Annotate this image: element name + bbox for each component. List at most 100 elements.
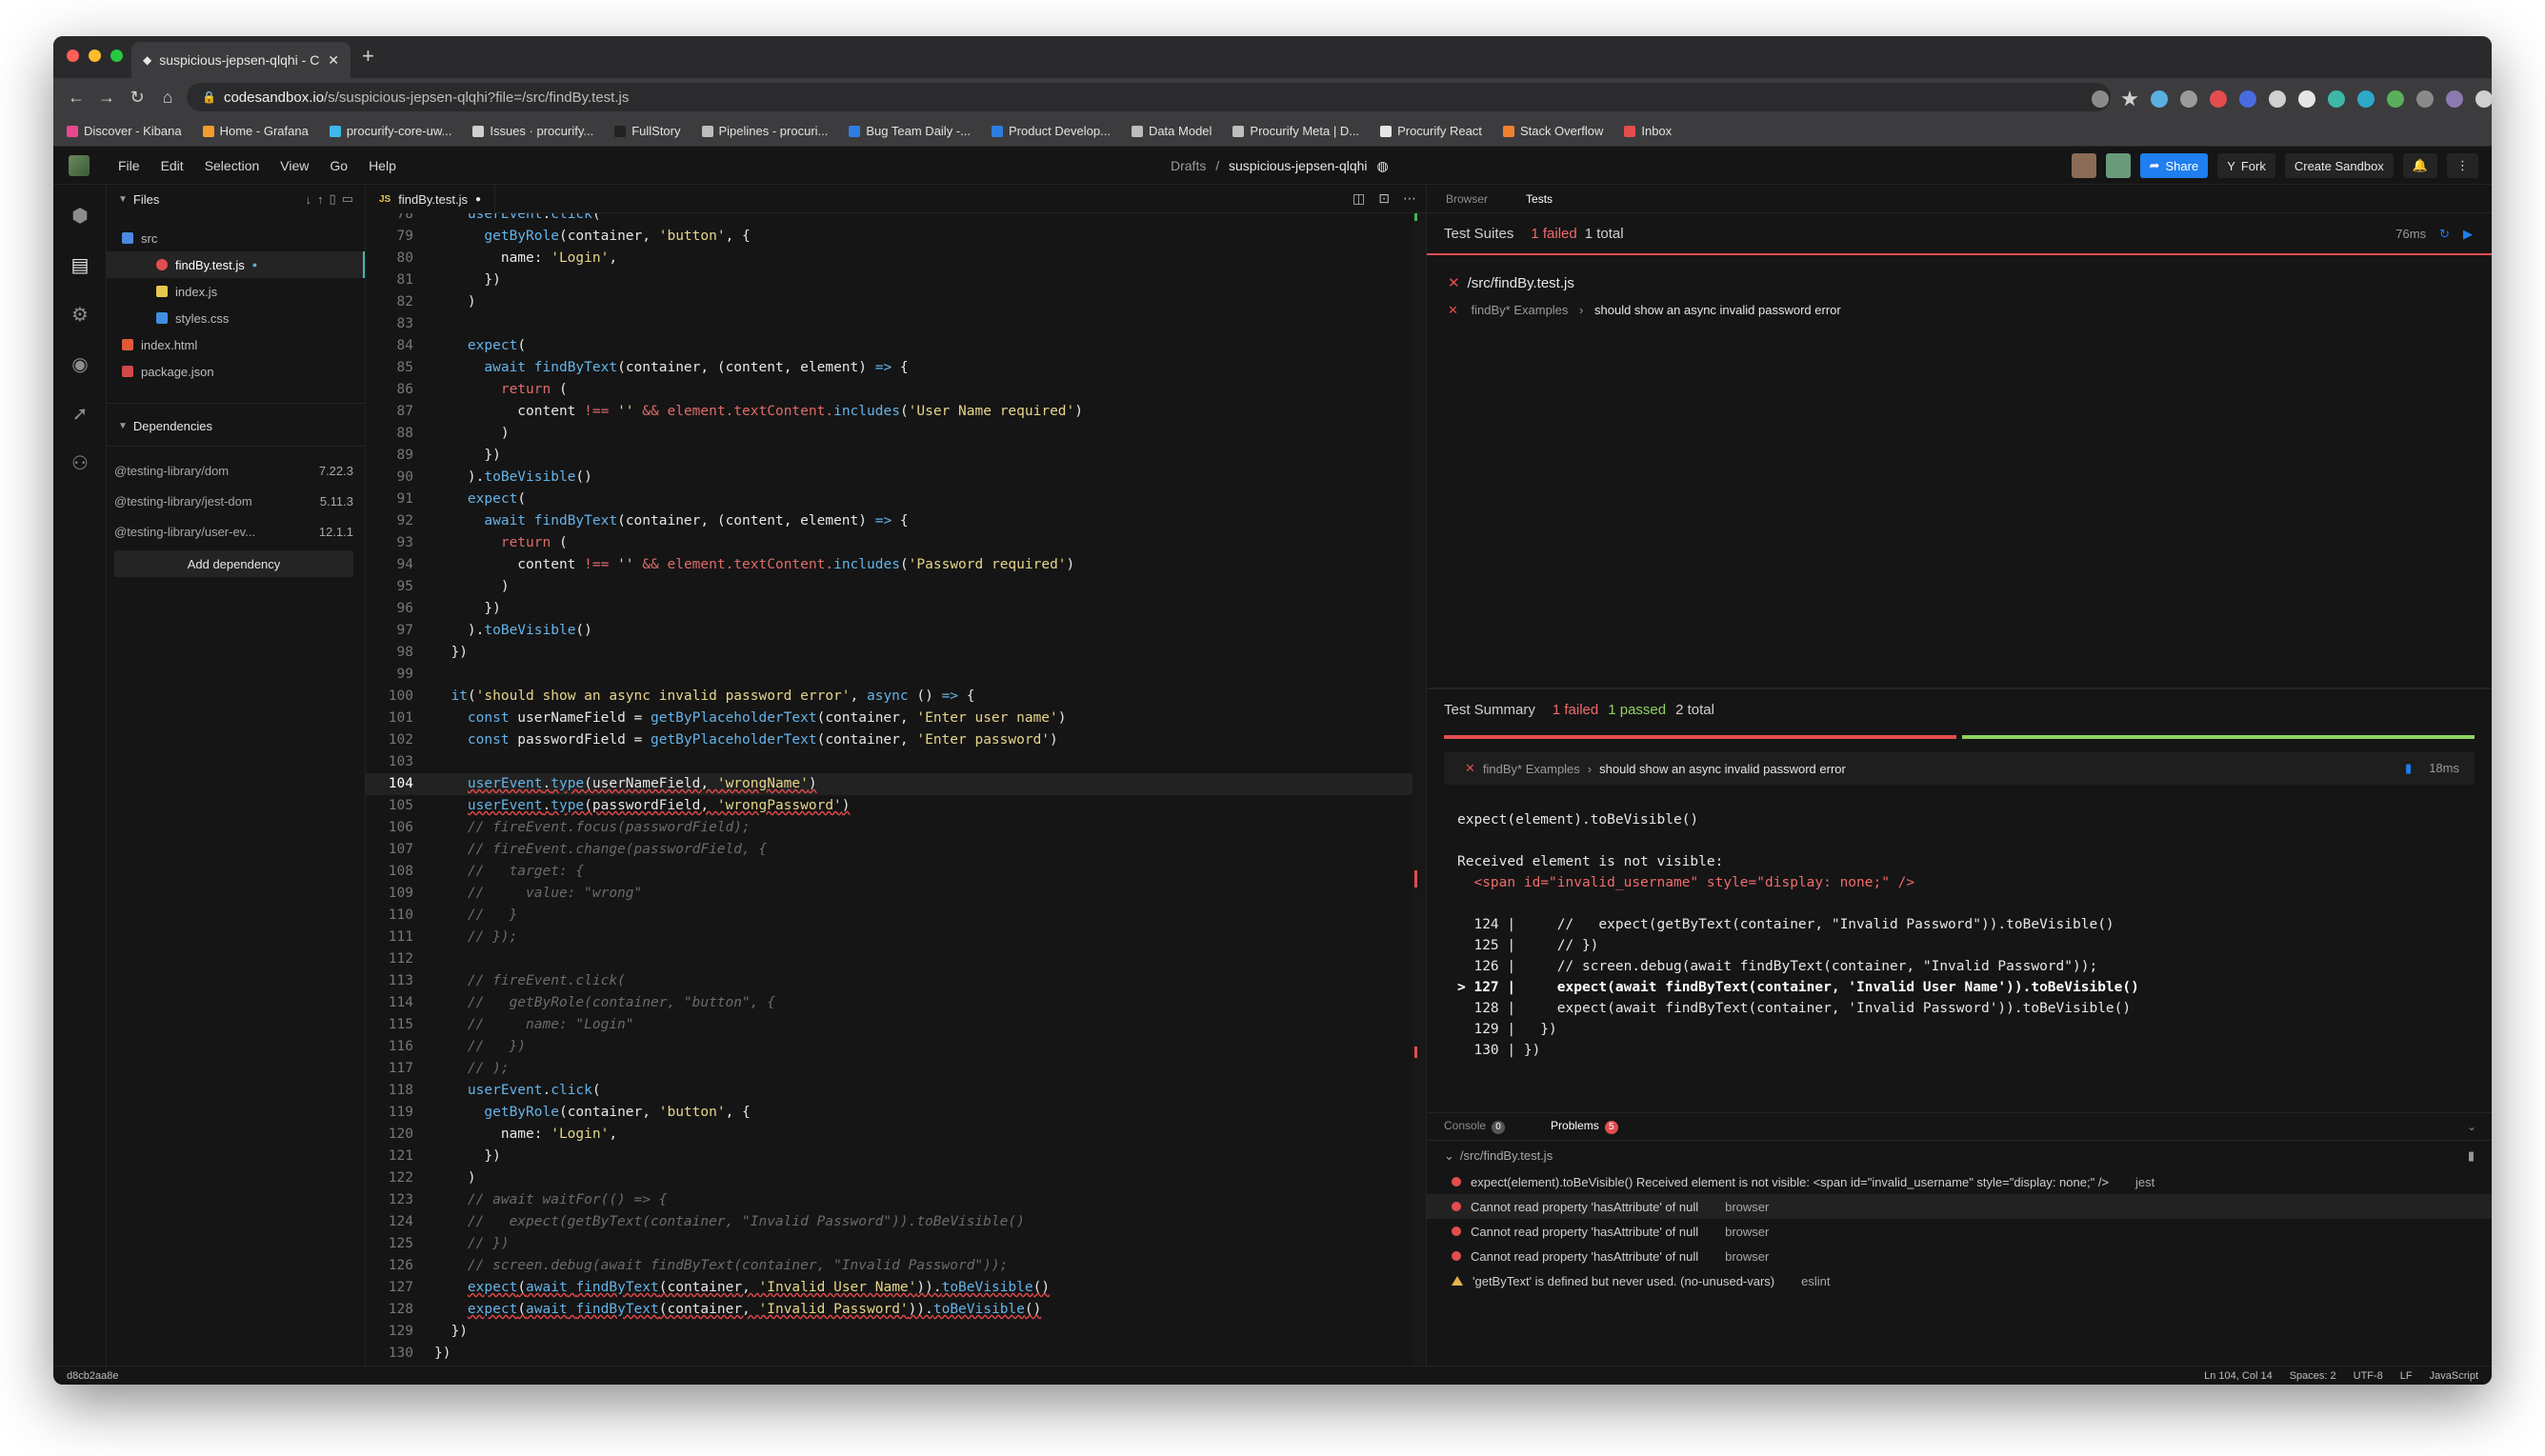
new-tab-button[interactable]: + [362,44,374,69]
maximize-window-button[interactable] [110,50,123,62]
more-horizontal-icon[interactable]: ⋯ [1403,190,1416,207]
problem-item[interactable]: Cannot read property 'hasAttribute' of n… [1427,1244,2492,1268]
bookmark-item[interactable]: Home - Grafana [202,124,309,138]
github-icon[interactable]: ◉ [69,352,91,375]
menu-item-go[interactable]: Go [330,158,348,173]
sandbox-avatar-icon[interactable] [69,155,90,176]
extension-icon[interactable] [2416,90,2434,108]
close-tab-icon[interactable]: ✕ [328,52,339,69]
dependency-item[interactable]: @testing-library/user-ev... 12.1.1 [107,516,365,547]
new-folder-icon[interactable]: ▭ [342,191,353,207]
files-header[interactable]: ▼ Files ↓ ↑ ▯ ▭ [107,185,365,213]
extension-icon[interactable] [2239,90,2256,108]
language-mode[interactable]: JavaScript [2430,1370,2478,1382]
test-suite-file[interactable]: ✕ /src/findBy.test.js [1448,274,1574,291]
tab-browser[interactable]: Browser [1446,192,1488,206]
tab-console[interactable]: Console 0 [1444,1119,1506,1134]
file-item[interactable]: findBy.test.js ● [107,251,365,278]
breadcrumb-folder[interactable]: Drafts [1171,158,1206,173]
reload-icon[interactable]: ↻ [122,88,152,108]
menu-item-selection[interactable]: Selection [205,158,260,173]
extension-icon[interactable] [2298,90,2315,108]
menu-item-file[interactable]: File [118,158,140,173]
home-icon[interactable]: ⌂ [152,88,183,108]
extension-icon[interactable] [2328,90,2345,108]
encoding[interactable]: UTF-8 [2354,1370,2383,1382]
extension-icon[interactable] [2210,90,2227,108]
new-file-icon[interactable]: ▯ [330,191,336,207]
file-item[interactable]: styles.css [107,305,365,331]
file-icon[interactable]: ▮ [2468,1148,2475,1164]
problem-item[interactable]: Cannot read property 'hasAttribute' of n… [1427,1194,2492,1219]
file-icon[interactable]: ▮ [2405,761,2412,775]
bookmark-item[interactable]: Data Model [1131,124,1212,138]
avatar[interactable] [2071,153,2096,178]
browser-tab-active[interactable]: ◆ suspicious-jepsen-qlqhi - Cod ✕ [131,42,351,78]
problem-item[interactable]: Cannot read property 'hasAttribute' of n… [1427,1219,2492,1244]
extension-icon[interactable] [2446,90,2463,108]
star-icon[interactable] [2121,90,2138,107]
cursor-position[interactable]: Ln 104, Col 14 [2204,1370,2273,1382]
indentation[interactable]: Spaces: 2 [2290,1370,2336,1382]
more-vertical-icon[interactable]: ⋮ [2447,153,2478,178]
avatar[interactable] [2105,153,2131,178]
create-sandbox-button[interactable]: Create Sandbox [2284,153,2394,178]
tab-problems[interactable]: Problems 5 [1551,1119,1618,1134]
file-item[interactable]: index.js [107,278,365,305]
bookmark-item[interactable]: Stack Overflow [1502,124,1603,138]
file-item[interactable]: package.json [107,358,365,385]
users-icon[interactable]: ⚇ [69,451,91,474]
bookmark-item[interactable]: Bug Team Daily -... [849,124,971,138]
sandbox-name[interactable]: suspicious-jepsen-qlqhi [1229,158,1368,173]
chevron-down-icon[interactable]: ⌄ [2467,1120,2476,1133]
extension-icon[interactable] [2387,90,2404,108]
bookmark-item[interactable]: procurify-core-uw... [329,124,451,138]
dependency-version[interactable]: 7.22.3 [319,464,353,478]
dependency-version[interactable]: 5.11.3 [320,494,353,509]
files-icon[interactable]: ▤ [69,253,91,276]
sort-icon[interactable]: ↓ [306,192,312,207]
react-devtools-icon[interactable] [2151,90,2168,108]
bookmark-item[interactable]: Discover - Kibana [67,124,182,138]
bookmark-item[interactable]: Procurify Meta | D... [1232,124,1359,138]
preview-icon[interactable]: ⊡ [1378,190,1390,207]
problem-file-header[interactable]: ⌄ /src/findBy.test.js [1444,1148,1553,1164]
problem-item[interactable]: expect(element).toBeVisible() Received e… [1427,1169,2492,1194]
bookmark-item[interactable]: FullStory [614,124,681,138]
bell-icon[interactable]: 🔔 [2402,153,2437,178]
editor-scrollbar[interactable] [1413,213,1426,1366]
bookmark-item[interactable]: Pipelines - procuri... [701,124,828,138]
dependency-item[interactable]: @testing-library/dom 7.22.3 [107,455,365,486]
extension-icon[interactable] [2357,90,2375,108]
bookmark-item[interactable]: Procurify React [1380,124,1482,138]
problem-item[interactable]: 'getByText' is defined but never used. (… [1427,1268,2492,1293]
close-window-button[interactable] [67,50,79,62]
extension-icon[interactable] [2180,90,2197,108]
dependencies-header[interactable]: ▼ Dependencies [107,411,365,440]
box-icon[interactable]: ⬢ [69,204,91,227]
puzzle-icon[interactable] [2475,90,2492,108]
editor-tab-findby[interactable]: JS findBy.test.js ● [366,185,496,213]
code-area[interactable]: 78 userEvent.click(79 getByRole(containe… [366,213,1426,1366]
share-button[interactable]: ➦ Share [2139,153,2209,178]
bookmark-item[interactable]: Product Develop... [991,124,1111,138]
failed-test-row[interactable]: ✕ findBy* Examples › should show an asyn… [1448,303,1841,318]
play-icon[interactable]: ▶ [2463,227,2473,242]
bookmark-item[interactable]: Issues · procurify... [472,124,593,138]
menu-item-view[interactable]: View [280,158,309,173]
line-endings[interactable]: LF [2400,1370,2413,1382]
upload-icon[interactable]: ↑ [317,192,324,207]
fork-button[interactable]: Y Fork [2217,153,2275,178]
dependency-item[interactable]: @testing-library/jest-dom 5.11.3 [107,486,365,516]
tab-tests[interactable]: Tests [1526,192,1553,206]
bookmark-item[interactable]: Inbox [1624,124,1672,138]
dependency-version[interactable]: 12.1.1 [319,525,353,539]
file-item[interactable]: index.html [107,331,365,358]
add-dependency-button[interactable]: Add dependency [114,550,353,577]
refresh-icon[interactable]: ↻ [2439,227,2450,242]
back-icon[interactable]: ← [61,88,91,108]
extension-icon[interactable] [2269,90,2286,108]
failed-test-summary-row[interactable]: ✕ findBy* Examples › should show an asyn… [1444,752,2475,785]
location-icon[interactable] [2092,90,2109,108]
rocket-icon[interactable]: ➚ [69,402,91,425]
